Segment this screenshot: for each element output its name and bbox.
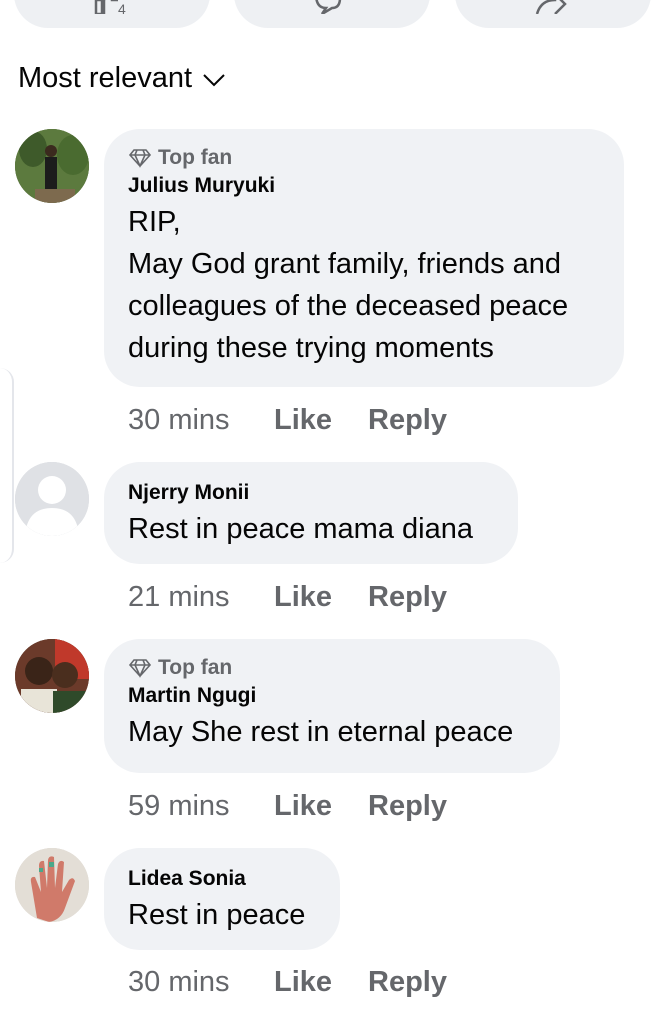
like-button[interactable]: Like [274, 404, 368, 437]
reply-button[interactable]: Reply [368, 581, 447, 614]
comment-action-button[interactable] [234, 0, 430, 28]
comment-actions: 21 mins Like Reply [128, 577, 447, 617]
thumbs-up-icon: 4 [94, 0, 126, 14]
scroll-edge [0, 368, 14, 563]
comment-icon [315, 0, 342, 14]
svg-text:4: 4 [118, 1, 126, 14]
like-button[interactable]: Like [274, 790, 368, 823]
badge-label: Top fan [158, 146, 233, 169]
comment-bubble: Njerry Monii Rest in peace mama diana [104, 462, 518, 564]
comment-timestamp[interactable]: 30 mins [128, 966, 274, 999]
comment-author[interactable]: Njerry Monii [128, 478, 494, 508]
chevron-down-icon [203, 74, 225, 87]
top-fan-badge: Top fan [128, 655, 536, 681]
comment-timestamp[interactable]: 30 mins [128, 404, 274, 437]
diamond-icon [128, 149, 152, 168]
like-button[interactable]: Like [274, 966, 368, 999]
comment-actions: 59 mins Like Reply [128, 786, 447, 826]
comment-author[interactable]: Martin Ngugi [128, 681, 536, 711]
avatar[interactable] [15, 129, 89, 203]
comment-actions: 30 mins Like Reply [128, 962, 447, 1002]
comment-text: Rest in peace mama diana [128, 513, 473, 545]
comment-actions: 30 mins Like Reply [128, 400, 447, 440]
reply-button[interactable]: Reply [368, 404, 447, 437]
comment-author[interactable]: Lidea Sonia [128, 864, 316, 894]
comment-timestamp[interactable]: 21 mins [128, 581, 274, 614]
avatar[interactable] [15, 848, 89, 922]
sort-label: Most relevant [18, 61, 193, 94]
comment-bubble: Top fan Julius Muryuki RIP, May God gran… [104, 129, 624, 387]
avatar[interactable] [15, 462, 89, 536]
like-action-button[interactable]: 4 [14, 0, 210, 28]
comment-bubble: Top fan Martin Ngugi May She rest in ete… [104, 639, 560, 773]
reply-button[interactable]: Reply [368, 790, 447, 823]
share-action-button[interactable] [455, 0, 651, 28]
badge-label: Top fan [158, 656, 233, 679]
diamond-icon [128, 659, 152, 678]
avatar-person-icon [15, 129, 89, 203]
comment-bubble: Lidea Sonia Rest in peace [104, 848, 340, 950]
share-icon [535, 0, 567, 14]
avatar[interactable] [15, 639, 89, 713]
like-button[interactable]: Like [274, 581, 368, 614]
sort-dropdown[interactable]: Most relevant [18, 58, 226, 98]
avatar-couple-icon [15, 639, 89, 713]
comment-author[interactable]: Julius Muryuki [128, 171, 600, 201]
default-avatar-icon [15, 462, 89, 536]
top-fan-badge: Top fan [128, 145, 600, 171]
comment-timestamp[interactable]: 59 mins [128, 790, 274, 823]
reply-button[interactable]: Reply [368, 966, 447, 999]
avatar-hand-icon [15, 848, 89, 922]
comment-text: RIP, May God grant family, friends and c… [128, 206, 569, 364]
comment-text: May She rest in eternal peace [128, 716, 514, 748]
comment-text: Rest in peace [128, 899, 306, 931]
